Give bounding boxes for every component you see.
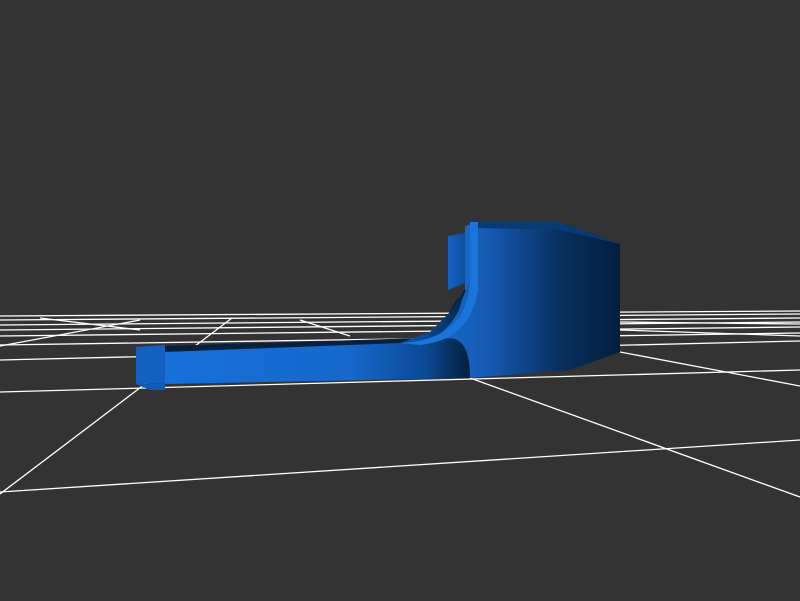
grid-line [619, 351, 800, 387]
upright-step-left [448, 233, 465, 290]
grid-line [469, 377, 800, 498]
scene-canvas[interactable] [0, 0, 800, 601]
3d-viewport[interactable] [0, 0, 800, 601]
base-notch [136, 383, 165, 390]
blue-bracket-model [136, 222, 620, 390]
grid-line [0, 439, 800, 493]
base-left-face [136, 345, 165, 384]
